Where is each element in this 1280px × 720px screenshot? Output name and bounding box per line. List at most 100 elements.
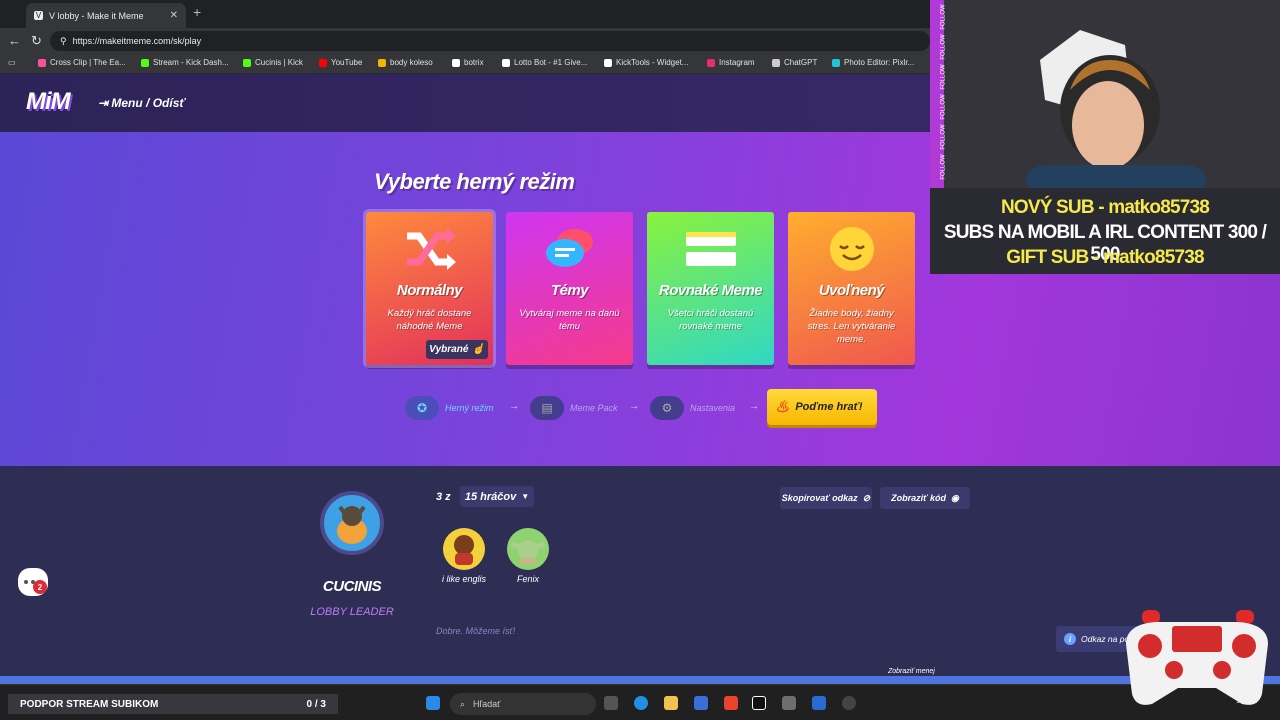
equals-icon (647, 226, 774, 272)
chat-bubbles-icon (506, 226, 633, 272)
leader-avatar (320, 491, 384, 555)
step-settings[interactable]: ⚙ Nastavenia (650, 396, 735, 420)
subs-info-panel: NOVÝ SUB - matko85738 SUBS NA MOBIL A IR… (930, 188, 1280, 274)
arrow-right-icon: → (629, 401, 639, 412)
search-icon: ⌕ (460, 698, 466, 709)
gift-sub-text: GIFT SUB - matko85738 (1006, 247, 1204, 268)
site-favicon-icon: V (34, 11, 43, 20)
bookmark[interactable]: botrix (452, 58, 484, 67)
menu-leave-link[interactable]: ⇥ Menu / Odísť (98, 96, 185, 110)
bookmark[interactable]: Stream - Kick Dash... (141, 58, 229, 67)
bookmark-icon (707, 58, 715, 67)
address-bar[interactable]: ⚲ https://makeitmeme.com/sk/play (50, 31, 930, 51)
max-players-dropdown[interactable]: 15 hráčov ▼ (460, 486, 534, 507)
bookmark[interactable]: Lotto Bot - #1 Give... (502, 58, 587, 67)
selected-badge: Vybrané ☝ (426, 340, 488, 359)
relaxed-face-icon (788, 226, 915, 272)
player-name: Fenix (516, 574, 539, 584)
bookmark[interactable]: KickTools - Widget... (604, 58, 688, 67)
hand-pointer-icon: ☝ (472, 344, 485, 355)
mode-description: Vytváraj meme na danú tému (519, 308, 620, 332)
app-icon[interactable] (812, 696, 826, 710)
bookmarks-menu-icon[interactable]: ▭ (8, 58, 16, 67)
mode-card-themes[interactable]: Témy Vytváraj meme na danú tému (506, 212, 633, 365)
mode-title: Rovnaké Meme (658, 282, 763, 299)
chat-dot (24, 580, 28, 584)
bookmark-icon (243, 58, 251, 67)
mode-description: Každý hráč dostane náhodné Meme (387, 308, 472, 332)
leader-role: LOBBY LEADER (310, 606, 394, 618)
bottom-bar (0, 676, 1280, 684)
arrow-right-icon: → (509, 401, 519, 412)
close-tab-icon[interactable]: ✕ (170, 10, 178, 21)
gear-icon: ⚙ (650, 396, 684, 420)
app-icon[interactable] (782, 696, 796, 710)
bookmark-icon (38, 58, 46, 67)
tiktok-icon[interactable] (752, 696, 766, 710)
mode-card-normal[interactable]: Normálny Každý hráč dostane náhodné Meme… (363, 209, 496, 368)
tab-title: V lobby - Make it Meme (49, 10, 144, 21)
sub-goal-widget: PODPOR STREAM SUBIKOM 0 / 3 (8, 694, 338, 714)
play-button[interactable]: ♨ Poďme hrať! (767, 389, 877, 425)
eye-icon: ◉ (950, 492, 959, 503)
bookmark[interactable]: Cucinis | Kick (243, 58, 303, 67)
step-game-mode[interactable]: ✪ Herný režim (405, 396, 494, 420)
copy-link-button[interactable]: Skopírovať odkaz ⊘ (780, 487, 872, 509)
bookmark[interactable]: Instagram (707, 58, 755, 67)
taskbar-search[interactable]: ⌕ Hľadať (450, 693, 596, 715)
new-sub-text: NOVÝ SUB - matko85738 (1000, 197, 1210, 218)
pack-icon: ▤ (530, 396, 564, 420)
app-icon[interactable] (724, 696, 738, 710)
player-name: i like englis (441, 574, 487, 584)
file-explorer-icon[interactable] (664, 696, 678, 710)
store-icon[interactable] (694, 696, 708, 710)
bookmark-icon (452, 58, 460, 67)
mode-title: Normálny (396, 282, 463, 299)
mode-title: Uvoľnený (818, 282, 885, 299)
arrow-right-icon: → (749, 401, 759, 412)
mode-description: Žiadne body, žiadny stres. Len vytvárani… (807, 308, 896, 345)
player-item: Fenix (498, 528, 558, 584)
bookmark-icon (832, 58, 840, 67)
windows-start-icon[interactable] (426, 696, 440, 710)
url-text: https://makeitmeme.com/sk/play (72, 36, 202, 46)
task-view-icon[interactable] (604, 696, 618, 710)
bookmark[interactable]: body koleso (378, 58, 433, 67)
site-info-icon[interactable]: ⚲ (60, 36, 67, 47)
bookmark-icon (502, 58, 510, 67)
bookmark[interactable]: ChatGPT (772, 58, 817, 67)
back-icon[interactable]: ← (8, 33, 21, 48)
step-meme-pack[interactable]: ▤ Meme Pack (530, 396, 618, 420)
show-less-link[interactable]: Zobraziť menej (888, 668, 935, 675)
bookmark[interactable]: Cross Clip | The Ea... (38, 58, 126, 67)
shuffle-icon (366, 226, 493, 272)
gamepad-overlay-icon (1126, 610, 1268, 705)
mode-card-relaxed[interactable]: Uvoľnený Žiadne body, žiadny stres. Len … (788, 212, 915, 365)
bookmark-icon (378, 58, 386, 67)
mim-logo[interactable]: MiM (26, 88, 71, 116)
chat-unread-badge: 2 (33, 580, 47, 594)
streamer-camera (930, 0, 1280, 188)
reload-icon[interactable]: ↻ (31, 33, 42, 49)
chevron-down-icon: ▼ (521, 492, 530, 501)
mode-description: Všetci hráči dostanú rovnaké meme (667, 308, 754, 332)
edge-browser-icon[interactable] (634, 696, 648, 710)
bookmark[interactable]: YouTube (319, 58, 362, 67)
show-code-button[interactable]: Zobraziť kód ◉ (880, 487, 970, 509)
browser-tab[interactable]: V V lobby - Make it Meme ✕ (26, 3, 186, 28)
bookmark[interactable]: Photo Editor: Pixlr... (832, 58, 914, 67)
bookmark-icon (319, 58, 327, 67)
info-icon: i (1064, 633, 1076, 645)
mode-card-same-meme[interactable]: Rovnaké Meme Všetci hráči dostanú rovnak… (647, 212, 774, 365)
app-icon[interactable] (842, 696, 856, 710)
webcam-overlay (930, 0, 1280, 188)
camera-side-strip: FOLLOW FOLLOW FOLLOW FOLLOW FOLLOW FOLLO… (930, 0, 947, 188)
mode-title: Témy (550, 282, 589, 299)
new-tab-icon[interactable]: + (193, 4, 201, 20)
fire-icon: ♨ (775, 399, 790, 416)
link-icon: ⊘ (862, 492, 871, 503)
bookmark-icon (604, 58, 612, 67)
bookmark-icon (772, 58, 780, 67)
lobby-status: Dobre. Môžeme ísť! (436, 626, 516, 636)
player-item: i like englis (434, 528, 494, 584)
